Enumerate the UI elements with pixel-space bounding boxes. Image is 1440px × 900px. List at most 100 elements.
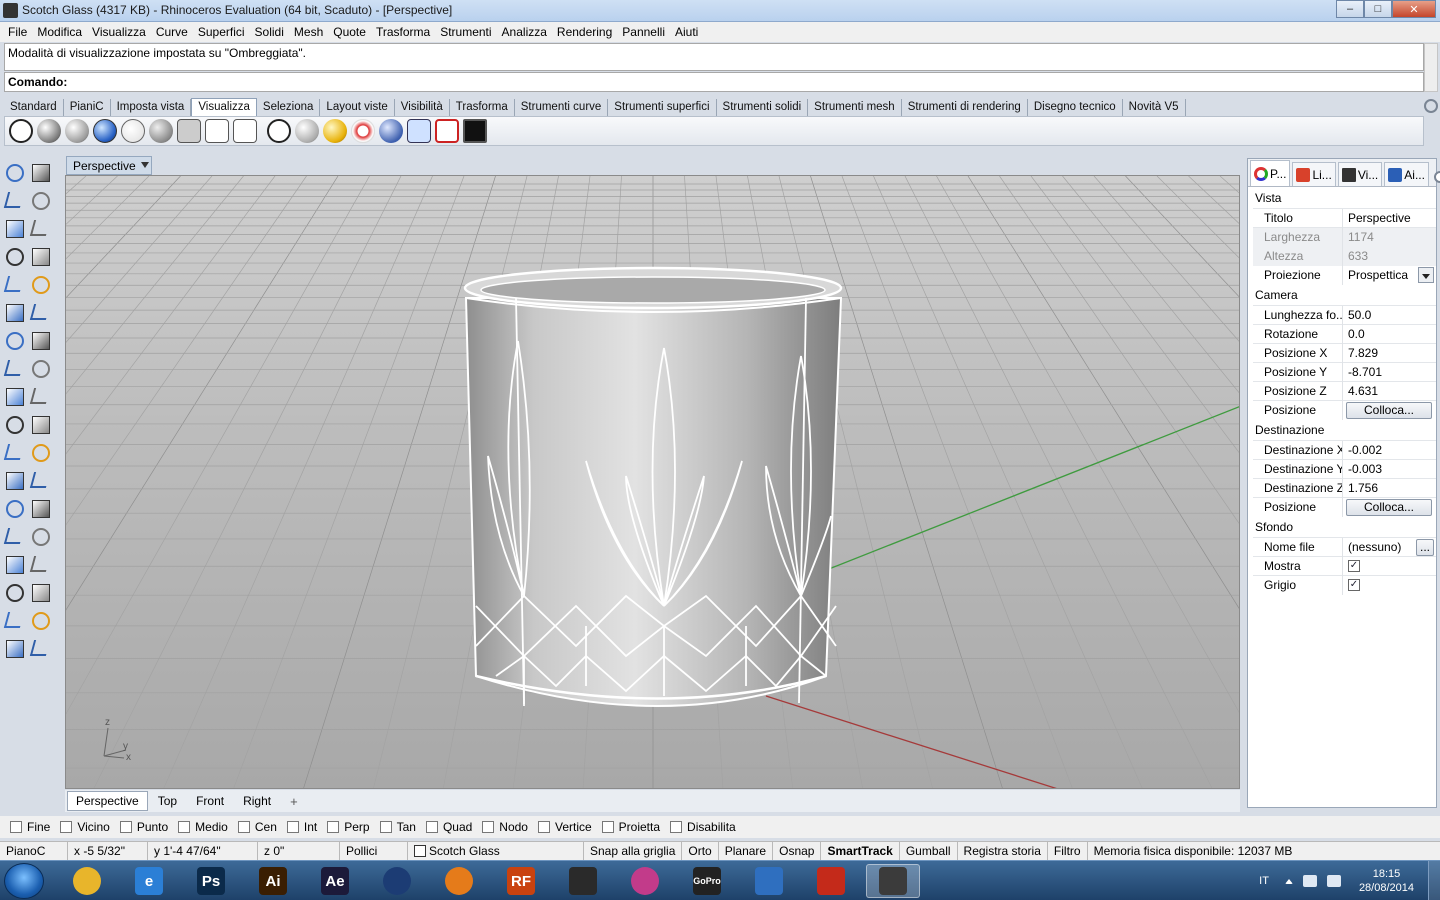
show-desktop-button[interactable] (1428, 861, 1440, 900)
osnap-tan[interactable]: Tan (379, 820, 416, 834)
taskbar-internet-explorer[interactable]: e (122, 864, 176, 898)
network-icon[interactable] (1302, 875, 1317, 887)
titolo-value[interactable]: Perspective (1343, 209, 1436, 228)
boolean-icon[interactable] (3, 444, 25, 460)
wireframe-sphere-icon[interactable] (9, 119, 33, 143)
taskbar-cinema4d[interactable] (370, 864, 424, 898)
tab-strumenti-rendering[interactable]: Strumenti di rendering (902, 99, 1028, 116)
tab-imposta-vista[interactable]: Imposta vista (111, 99, 192, 116)
lunghezza-value[interactable]: 50.0 (1343, 306, 1436, 325)
artistic-icon[interactable] (205, 119, 229, 143)
posy-value[interactable]: -8.701 (1343, 363, 1436, 382)
browse-file-button[interactable]: ... (1416, 538, 1434, 556)
command-scrollbar[interactable] (1424, 43, 1438, 92)
osnap-medio[interactable]: Medio (178, 820, 228, 834)
chevron-down-icon[interactable] (1418, 266, 1434, 283)
status-gumball[interactable]: Gumball (900, 841, 958, 861)
start-button[interactable] (4, 863, 44, 899)
array-icon[interactable] (3, 528, 25, 544)
menu-trasforma[interactable]: Trasforma (372, 25, 434, 39)
checkbox[interactable] (119, 821, 132, 833)
checkbox[interactable] (601, 821, 614, 833)
panel-gear-icon[interactable] (1434, 171, 1440, 183)
tab-strumenti-mesh[interactable]: Strumenti mesh (808, 99, 902, 116)
dimension-icon[interactable] (32, 500, 50, 518)
status-filtro[interactable]: Filtro (1048, 841, 1088, 861)
circle-icon[interactable] (6, 220, 24, 238)
status-layer[interactable]: Scotch Glass (408, 841, 584, 861)
osnap-fine[interactable]: Fine (10, 820, 50, 834)
join-icon[interactable] (29, 388, 51, 404)
align-icon[interactable] (32, 528, 50, 546)
panel-tab-layers[interactable]: Li... (1292, 162, 1336, 186)
clock[interactable]: 18:15 28/08/2014 (1359, 867, 1414, 895)
tab-strumenti-curve[interactable]: Strumenti curve (515, 99, 609, 116)
status-cplane[interactable]: PianoC (0, 841, 68, 861)
taskbar-illustrator[interactable]: Ai (246, 864, 300, 898)
checkbox[interactable] (237, 821, 250, 833)
taskbar-chrome[interactable] (60, 864, 114, 898)
grigio-checkbox[interactable]: ✓ (1348, 578, 1360, 591)
technical-icon[interactable] (177, 119, 201, 143)
monitor-icon[interactable] (463, 119, 487, 143)
minimize-button[interactable]: – (1336, 0, 1364, 18)
view-tab-right[interactable]: Right (234, 791, 280, 811)
solid-icon[interactable] (6, 556, 24, 574)
tab-pianic[interactable]: PianiC (64, 99, 111, 116)
mesh-icon[interactable] (29, 556, 51, 572)
menu-file[interactable]: File (4, 25, 31, 39)
colloca-target-button[interactable]: Colloca... (1346, 498, 1432, 516)
menu-strumenti[interactable]: Strumenti (436, 25, 495, 39)
taskbar-rhino[interactable] (866, 864, 920, 898)
no-display-icon[interactable] (435, 119, 459, 143)
checkbox[interactable] (425, 821, 438, 833)
freeform-icon[interactable] (32, 276, 50, 294)
maximize-button[interactable]: □ (1364, 0, 1392, 18)
language-indicator[interactable]: IT (1259, 875, 1269, 887)
taskbar-keyshot[interactable] (742, 864, 796, 898)
menu-quote[interactable]: Quote (329, 25, 370, 39)
tab-visualizza[interactable]: Visualizza (191, 98, 257, 116)
menu-pannelli[interactable]: Pannelli (618, 25, 669, 39)
grid-globe-icon[interactable] (267, 119, 291, 143)
tab-seleziona[interactable]: Seleziona (257, 99, 321, 116)
osnap-nodo[interactable]: Nodo (482, 820, 528, 834)
panel-tab-properties[interactable]: P... (1250, 160, 1291, 186)
checkbox[interactable] (10, 821, 22, 833)
desty-value[interactable]: -0.003 (1343, 460, 1436, 479)
osnap-vertice[interactable]: Vertice (537, 820, 592, 834)
trim-icon[interactable] (6, 416, 24, 434)
taskbar-photoshop[interactable]: Ps (184, 864, 238, 898)
blue-sphere-icon[interactable] (93, 119, 117, 143)
viewport-title[interactable]: Perspective (66, 156, 152, 175)
taskbar-gopro[interactable]: GoPro (680, 864, 734, 898)
osnap-quad[interactable]: Quad (425, 820, 472, 834)
menu-visualizza[interactable]: Visualizza (88, 25, 150, 39)
checkbox[interactable] (670, 821, 683, 833)
fillet-icon[interactable] (6, 472, 24, 490)
checkbox[interactable] (482, 821, 495, 833)
destx-value[interactable]: -0.002 (1343, 441, 1436, 460)
panel-tab-help[interactable]: Ai... (1384, 162, 1429, 186)
osnap-punto[interactable]: Punto (119, 820, 168, 834)
point-icon[interactable] (32, 164, 50, 182)
patch-icon[interactable] (32, 360, 50, 378)
ellipse-icon[interactable] (29, 220, 51, 236)
osnap-disabilita[interactable]: Disabilita (670, 820, 736, 834)
menu-mesh[interactable]: Mesh (290, 25, 327, 39)
status-snap[interactable]: Snap alla griglia (584, 841, 683, 861)
explode-icon[interactable] (6, 388, 24, 406)
tab-standard[interactable]: Standard (4, 99, 64, 116)
target-sphere-icon[interactable] (351, 119, 375, 143)
checkbox[interactable] (286, 821, 299, 833)
select-icon[interactable] (6, 164, 24, 182)
status-planare[interactable]: Planare (719, 841, 774, 861)
box-icon[interactable] (6, 332, 24, 350)
grey-sphere-icon[interactable] (295, 119, 319, 143)
taskbar-sketchup[interactable] (804, 864, 858, 898)
tray-expand-icon[interactable] (1284, 878, 1293, 884)
osnap-proietta[interactable]: Proietta (601, 820, 660, 834)
curve-icon[interactable] (32, 192, 50, 210)
menu-curve[interactable]: Curve (152, 25, 192, 39)
tab-trasforma[interactable]: Trasforma (450, 99, 515, 116)
